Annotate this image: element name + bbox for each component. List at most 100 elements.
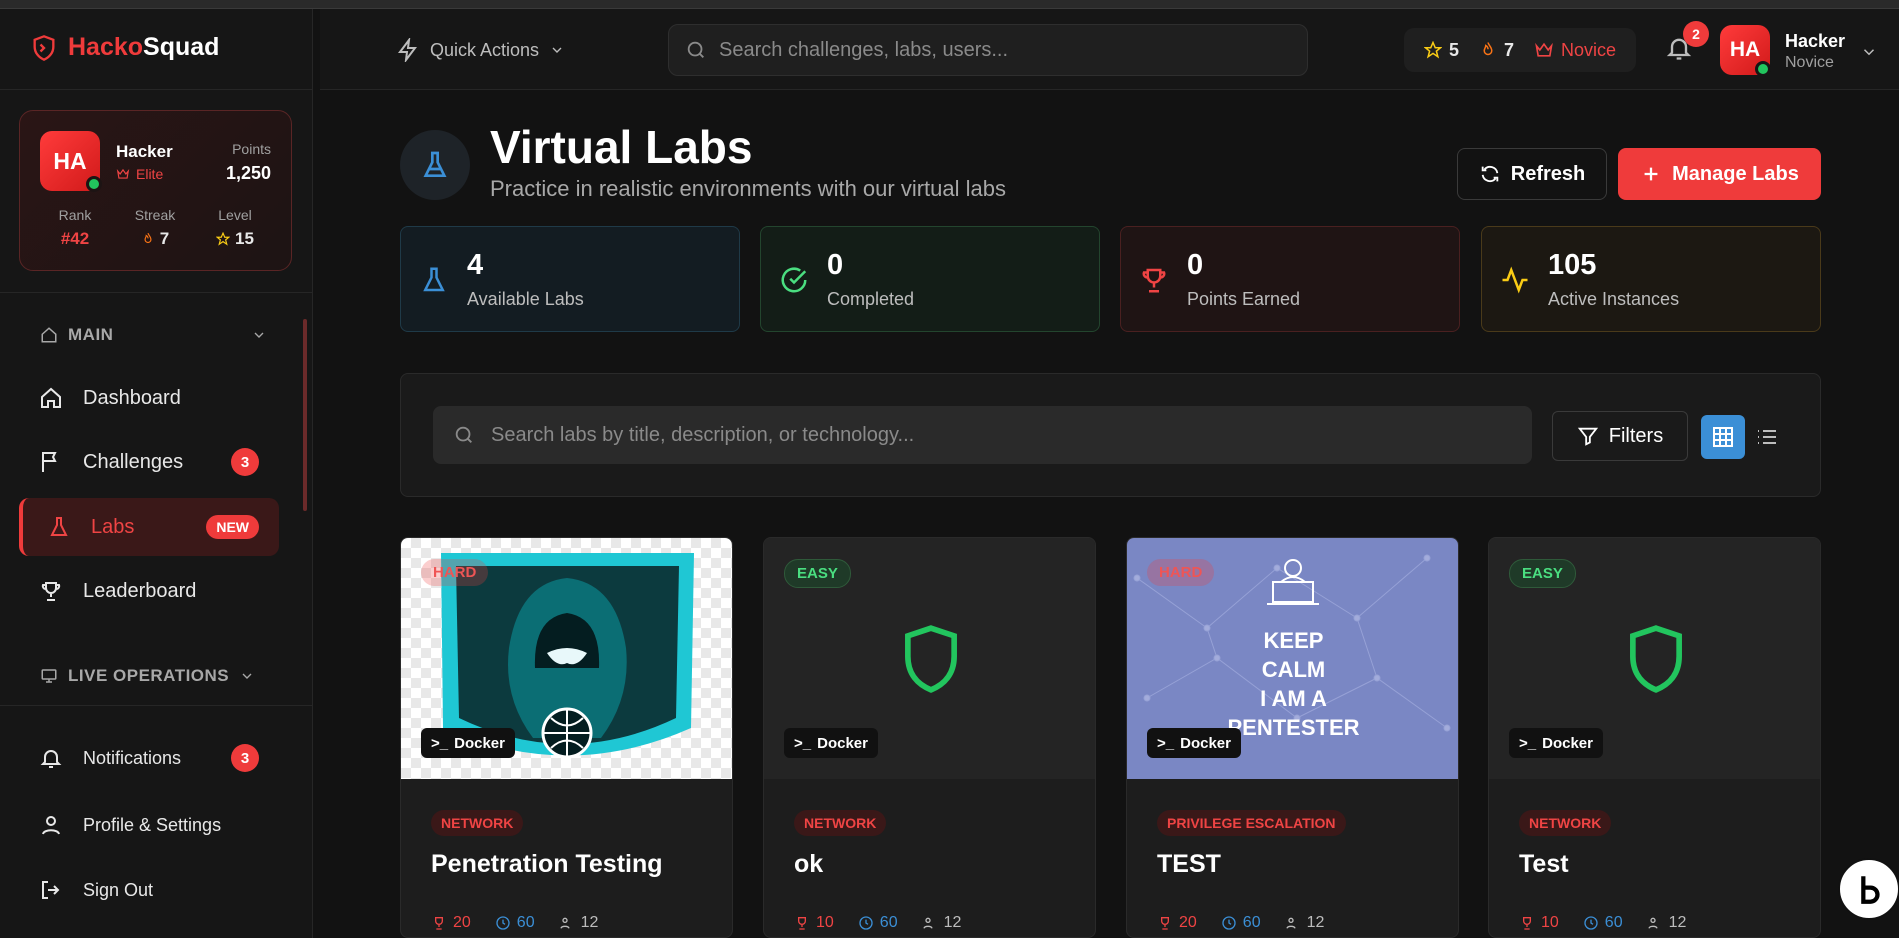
sidebar-item-leaderboard[interactable]: Leaderboard (19, 562, 279, 620)
list-view-toggle[interactable] (1745, 415, 1789, 459)
stat-label: Active Instances (1548, 289, 1680, 309)
check-circle-icon (781, 267, 807, 293)
users-value: 12 (1306, 914, 1325, 931)
streak-label: Streak (134, 207, 176, 223)
notifications-count-badge: 3 (231, 744, 259, 772)
streak-stat: Streak 7 (120, 207, 190, 249)
sidebar-item-sign-out[interactable]: Sign Out (19, 862, 279, 918)
notifications-badge: 2 (1683, 21, 1709, 47)
level-value: 15 (235, 229, 254, 248)
brand-logo[interactable]: HackoSquad (30, 33, 219, 62)
platform-label: Docker (454, 734, 505, 752)
lab-card[interactable]: EASY >_ Docker NETWORK ok 10 60 12 (763, 537, 1096, 938)
user-role: Novice (1785, 54, 1834, 71)
trophy-icon (1523, 917, 1531, 930)
flame-icon (144, 232, 152, 244)
users-meta: 12 (1285, 914, 1325, 932)
points-value: 20 (1179, 914, 1197, 931)
rank-stat: Rank #42 (40, 207, 110, 249)
sidebar-item-notifications[interactable]: Notifications 3 (19, 730, 279, 786)
refresh-button[interactable]: Refresh (1457, 148, 1607, 200)
lab-title[interactable]: TEST (1157, 850, 1221, 879)
lab-card[interactable]: KEEP CALM I AM A PENTESTER HARD >_ Docker… (1126, 537, 1459, 938)
section-live-label: LIVE OPERATIONS (68, 666, 230, 685)
level-stat: Level 15 (200, 207, 270, 249)
sidebar-item-label: Sign Out (83, 879, 154, 900)
users-meta: 12 (559, 914, 598, 932)
points-value: 10 (816, 914, 834, 931)
sidebar-item-challenges[interactable]: Challenges 3 (19, 433, 279, 491)
sidebar-item-dashboard[interactable]: Dashboard (19, 369, 279, 427)
platform-label: Docker (1542, 734, 1593, 752)
platform-badge: >_ Docker (1147, 728, 1241, 758)
terminal-icon: >_ (794, 734, 812, 752)
bell-icon (40, 750, 62, 768)
points-meta: 10 (794, 914, 834, 932)
users-value: 12 (1668, 914, 1687, 931)
search-icon (455, 426, 472, 443)
stat-card-points-earned: 0 Points Earned (1120, 226, 1460, 332)
chevron-down-icon (1863, 49, 1875, 56)
refresh-icon (1481, 165, 1498, 183)
user-name[interactable]: Hacker (1785, 31, 1845, 52)
bolt-badge-icon[interactable] (1838, 858, 1899, 920)
lab-image: KEEP CALM I AM A PENTESTER HARD >_ Docker (1127, 538, 1458, 779)
stat-value: 0 (1187, 249, 1204, 281)
lab-meta: 10 60 12 (1519, 914, 1686, 932)
streak-value: 7 (1504, 39, 1515, 60)
brand-name-b: Squad (143, 33, 220, 61)
sidebar-scrollbar[interactable] (302, 307, 308, 707)
brand-name-a: Hacko (68, 33, 144, 61)
stat-label: Completed (827, 289, 915, 309)
profile-role: Elite (116, 166, 163, 182)
lab-image: EASY >_ Docker (1489, 538, 1820, 779)
clock-icon (1584, 916, 1598, 930)
trophy-icon (41, 582, 61, 601)
scrollbar-thumb[interactable] (303, 319, 307, 511)
platform-label: Docker (817, 734, 868, 752)
shield-icon (1630, 625, 1682, 693)
lab-title[interactable]: Penetration Testing (431, 850, 663, 879)
profile-card[interactable]: HA Hacker Elite Points 1,250 Rank #42 St… (19, 110, 292, 271)
duration-meta: 60 (1583, 914, 1623, 932)
chevron-down-icon (254, 332, 264, 338)
sidebar-item-label: Dashboard (83, 386, 181, 409)
section-main-header[interactable]: MAIN (40, 325, 267, 345)
duration-value: 60 (516, 914, 535, 931)
lab-card[interactable]: EASY >_ Docker NETWORK Test 10 60 12 (1488, 537, 1821, 938)
lab-title[interactable]: ok (794, 850, 823, 879)
users-icon (1285, 917, 1296, 929)
lab-image: HARD >_ Docker (401, 538, 732, 779)
search-icon (687, 41, 704, 58)
category-badge: NETWORK (431, 810, 524, 836)
level-label: Level (218, 207, 252, 223)
filters-button[interactable]: Filters (1552, 411, 1688, 461)
global-search[interactable] (668, 24, 1308, 76)
activity-icon (1502, 266, 1528, 294)
terminal-icon: >_ (1519, 734, 1537, 752)
points-meta: 20 (431, 914, 471, 932)
filter-icon (1577, 427, 1598, 446)
quick-actions-button[interactable]: Quick Actions (396, 38, 565, 62)
manage-labs-button[interactable]: Manage Labs (1618, 148, 1821, 200)
section-live-operations-header[interactable]: LIVE OPERATIONS (40, 666, 255, 686)
stars-value: 5 (1449, 39, 1460, 60)
global-search-input[interactable] (719, 38, 1279, 62)
lab-card[interactable]: HARD >_ Docker NETWORK Penetration Testin… (400, 537, 733, 938)
lab-title[interactable]: Test (1519, 850, 1569, 879)
streak-value: 7 (159, 229, 170, 248)
page-flask-icon (400, 130, 470, 200)
sidebar-item-profile-settings[interactable]: Profile & Settings (19, 797, 279, 853)
trophy-icon (798, 917, 806, 930)
lab-filter-bar: Filters (400, 373, 1821, 497)
streak-value-row: 7 (120, 229, 190, 249)
sidebar-item-labs[interactable]: Labs NEW (19, 498, 279, 556)
duration-value: 60 (1604, 914, 1623, 931)
lab-search-input[interactable] (491, 423, 1491, 447)
tier-value: Novice (1561, 39, 1617, 60)
lab-search[interactable] (433, 406, 1532, 464)
keep-calm-text: KEEP CALM I AM A PENTESTER (1127, 626, 1458, 742)
stat-card-available-labs: 4 Available Labs (400, 226, 740, 332)
grid-view-toggle[interactable] (1701, 415, 1745, 459)
clock-icon (859, 916, 873, 930)
